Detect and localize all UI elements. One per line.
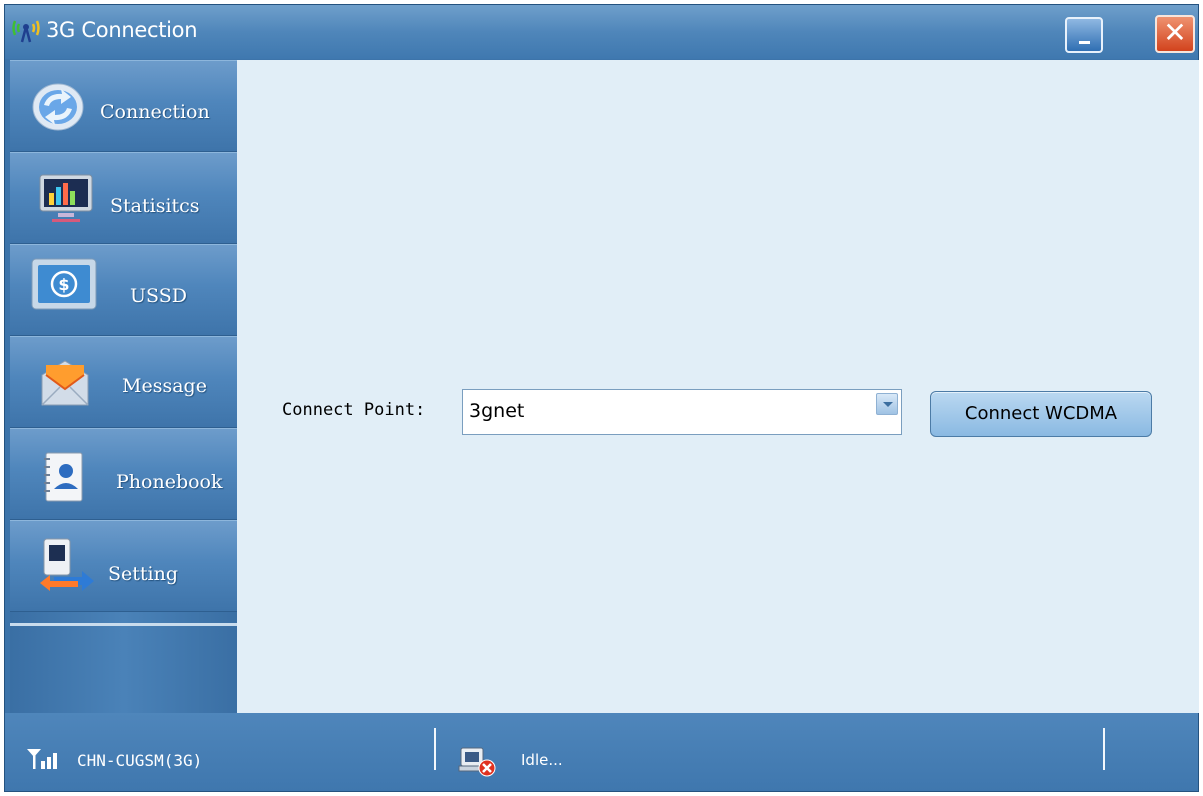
settings-transfer-icon: [40, 538, 94, 591]
envelope-icon: [41, 360, 89, 406]
signal-strength-icon: [27, 749, 57, 769]
disconnected-computer-icon: [458, 747, 496, 777]
main-panel: Connect Point: 3gnet Connect WCDMA: [237, 60, 1199, 713]
sidebar-item-statistics[interactable]: Statisitcs: [10, 152, 237, 244]
sidebar-item-label: Setting: [108, 563, 179, 585]
minimize-button[interactable]: [1065, 17, 1103, 53]
status-bar: CHN-CUGSM(3G) Idle...: [5, 713, 1198, 791]
status-divider: [1103, 728, 1105, 770]
title-bar[interactable]: 3G Connection ✕: [5, 5, 1198, 59]
antenna-signal-icon: [12, 20, 40, 43]
sidebar-item-label: Phonebook: [116, 471, 223, 493]
close-icon: ✕: [1163, 16, 1187, 49]
dollar-icon: $: [31, 258, 97, 310]
chevron-down-icon[interactable]: [876, 393, 898, 415]
minimize-icon: [1079, 41, 1090, 44]
sidebar-item-setting[interactable]: Setting: [10, 520, 237, 612]
close-button[interactable]: ✕: [1155, 15, 1195, 53]
sidebar-item-connection[interactable]: Connection: [10, 60, 237, 152]
network-name: CHN-CUGSM(3G): [77, 751, 203, 770]
sidebar-item-message[interactable]: Message: [10, 336, 237, 428]
sidebar: Connection Statisitcs $ USSD Message Pho…: [10, 60, 237, 713]
connect-point-label: Connect Point:: [282, 400, 426, 420]
sidebar-item-ussd[interactable]: $ USSD: [10, 244, 237, 336]
bar-chart-icon: [39, 174, 93, 222]
sidebar-item-label: Message: [122, 375, 207, 397]
window-title: 3G Connection: [46, 18, 198, 42]
connect-point-dropdown[interactable]: 3gnet: [462, 389, 902, 435]
status-divider: [434, 728, 436, 770]
sidebar-item-label: Statisitcs: [110, 195, 200, 217]
connect-point-value: 3gnet: [469, 400, 525, 422]
sidebar-item-phonebook[interactable]: Phonebook: [10, 428, 237, 520]
app-window: 3G Connection ✕ Connection Statisitcs $ …: [4, 4, 1199, 792]
contact-book-icon: [44, 452, 83, 502]
connection-status: Idle...: [521, 751, 563, 769]
sidebar-item-label: Connection: [100, 101, 210, 123]
sidebar-divider: [10, 623, 237, 626]
svg-text:$: $: [58, 275, 69, 294]
refresh-icon: [32, 83, 84, 131]
sidebar-item-label: USSD: [130, 285, 187, 307]
connect-wcdma-button[interactable]: Connect WCDMA: [930, 391, 1152, 437]
